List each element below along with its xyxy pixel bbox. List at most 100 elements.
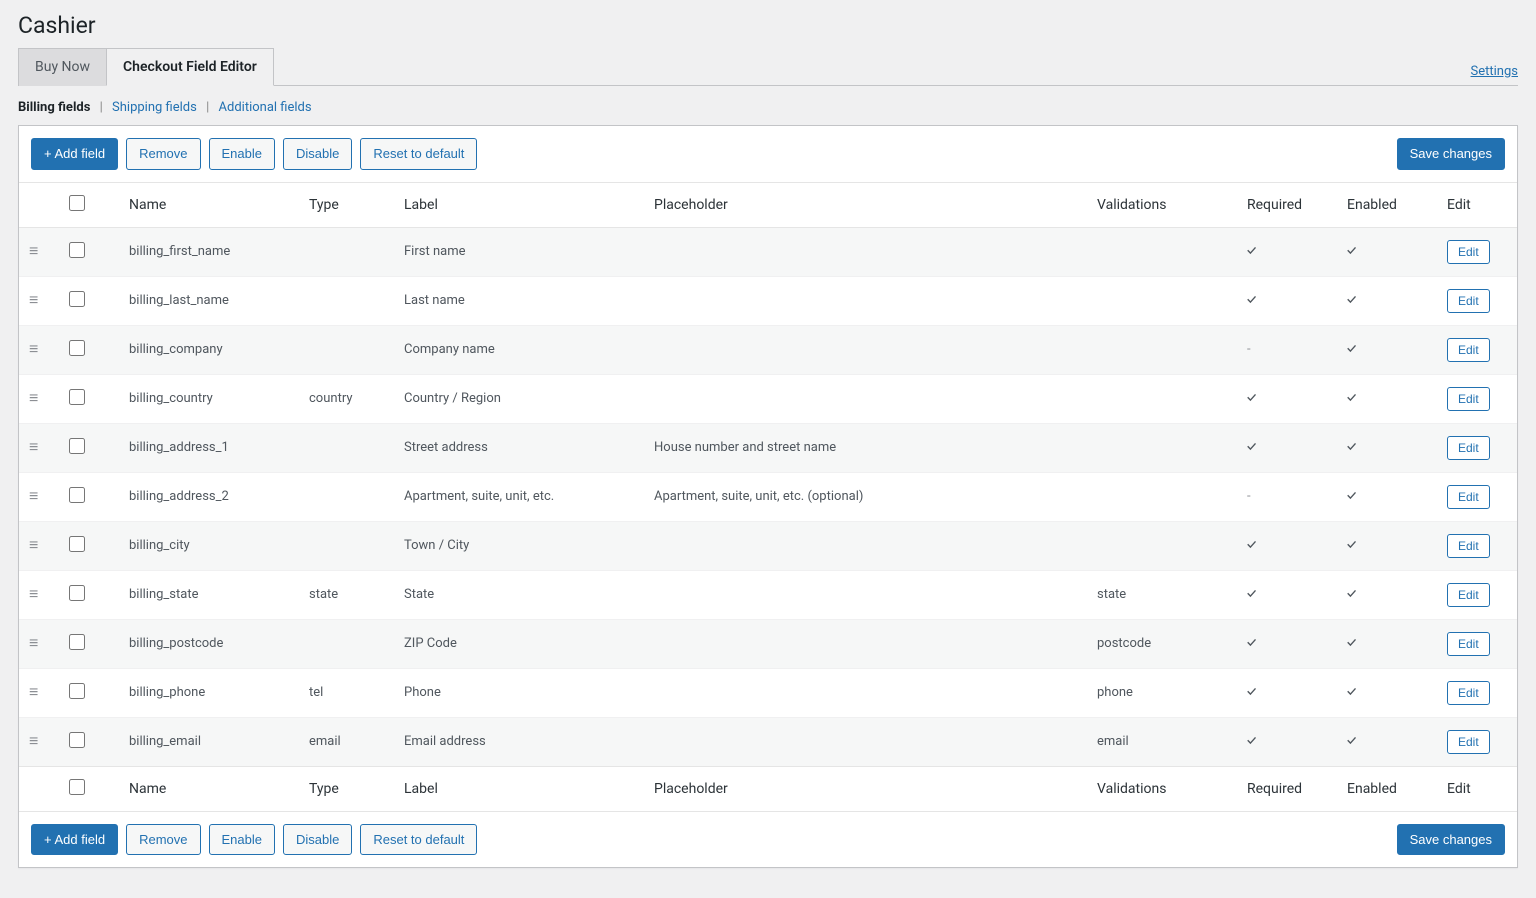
remove-button[interactable]: Remove: [126, 138, 200, 170]
remove-button-bottom[interactable]: Remove: [126, 824, 200, 856]
drag-handle-icon[interactable]: ≡: [29, 684, 38, 700]
cell-validations: [1087, 472, 1237, 521]
drag-handle-icon[interactable]: ≡: [29, 537, 38, 553]
select-all-checkbox-top[interactable]: [69, 195, 85, 211]
cell-required: ✓: [1237, 374, 1337, 423]
edit-button[interactable]: Edit: [1447, 730, 1490, 754]
edit-button[interactable]: Edit: [1447, 534, 1490, 558]
cell-validations: email: [1087, 717, 1237, 766]
cell-enabled: ✓: [1337, 472, 1437, 521]
cell-validations: phone: [1087, 668, 1237, 717]
cell-enabled: ✓: [1337, 668, 1437, 717]
row-checkbox[interactable]: [69, 634, 85, 650]
cell-validations: [1087, 227, 1237, 276]
row-checkbox[interactable]: [69, 389, 85, 405]
edit-button[interactable]: Edit: [1447, 583, 1490, 607]
select-all-checkbox-bottom[interactable]: [69, 779, 85, 795]
drag-handle-icon[interactable]: ≡: [29, 243, 38, 259]
drag-handle-icon[interactable]: ≡: [29, 635, 38, 651]
settings-link[interactable]: Settings: [1471, 64, 1518, 85]
edit-button[interactable]: Edit: [1447, 289, 1490, 313]
cell-placeholder: Apartment, suite, unit, etc. (optional): [644, 472, 1087, 521]
subnav-billing[interactable]: Billing fields: [18, 100, 90, 115]
row-checkbox[interactable]: [69, 487, 85, 503]
col-placeholder: Placeholder: [644, 182, 1087, 227]
drag-handle-icon[interactable]: ≡: [29, 390, 38, 406]
cell-name: billing_country: [119, 374, 299, 423]
table-row: ≡billing_first_nameFirst name✓✓Edit: [19, 227, 1517, 276]
cell-type: [299, 619, 394, 668]
check-icon: ✓: [1347, 636, 1356, 651]
cell-enabled: ✓: [1337, 619, 1437, 668]
edit-button[interactable]: Edit: [1447, 485, 1490, 509]
subnav: Billing fields | Shipping fields | Addit…: [18, 86, 1518, 125]
row-checkbox[interactable]: [69, 732, 85, 748]
check-icon: ✓: [1247, 293, 1256, 308]
reset-button[interactable]: Reset to default: [360, 138, 477, 170]
cell-enabled: ✓: [1337, 227, 1437, 276]
row-checkbox[interactable]: [69, 536, 85, 552]
col-name: Name: [119, 182, 299, 227]
enable-button-bottom[interactable]: Enable: [209, 824, 275, 856]
table-row: ≡billing_last_nameLast name✓✓Edit: [19, 276, 1517, 325]
cell-placeholder: [644, 717, 1087, 766]
cell-placeholder: [644, 521, 1087, 570]
edit-button[interactable]: Edit: [1447, 387, 1490, 411]
check-icon: ✓: [1247, 440, 1256, 455]
row-checkbox[interactable]: [69, 242, 85, 258]
drag-handle-icon[interactable]: ≡: [29, 733, 38, 749]
drag-handle-icon[interactable]: ≡: [29, 586, 38, 602]
row-checkbox[interactable]: [69, 585, 85, 601]
cell-required: ✓: [1237, 521, 1337, 570]
subnav-shipping[interactable]: Shipping fields: [112, 100, 197, 115]
tab-buy-now[interactable]: Buy Now: [18, 48, 106, 86]
cell-placeholder: [644, 325, 1087, 374]
cell-type: [299, 521, 394, 570]
disable-button-bottom[interactable]: Disable: [283, 824, 352, 856]
check-icon: ✓: [1247, 244, 1256, 259]
table-row: ≡billing_cityTown / City✓✓Edit: [19, 521, 1517, 570]
enable-button[interactable]: Enable: [209, 138, 275, 170]
cell-placeholder: [644, 668, 1087, 717]
row-checkbox[interactable]: [69, 438, 85, 454]
cell-required: -: [1237, 472, 1337, 521]
drag-handle-icon[interactable]: ≡: [29, 341, 38, 357]
row-checkbox[interactable]: [69, 683, 85, 699]
cell-required: ✓: [1237, 276, 1337, 325]
tab-checkout-field-editor[interactable]: Checkout Field Editor: [106, 48, 274, 86]
save-changes-button[interactable]: Save changes: [1397, 138, 1505, 170]
cell-label: Street address: [394, 423, 644, 472]
edit-button[interactable]: Edit: [1447, 240, 1490, 264]
cell-validations: [1087, 423, 1237, 472]
cell-name: billing_postcode: [119, 619, 299, 668]
drag-handle-icon[interactable]: ≡: [29, 488, 38, 504]
fields-panel: + Add field Remove Enable Disable Reset …: [18, 125, 1518, 868]
cell-required: ✓: [1237, 619, 1337, 668]
add-field-button[interactable]: + Add field: [31, 138, 118, 170]
cell-type: [299, 472, 394, 521]
save-changes-button-bottom[interactable]: Save changes: [1397, 824, 1505, 856]
subnav-additional[interactable]: Additional fields: [219, 100, 312, 115]
check-icon: ✓: [1247, 587, 1256, 602]
cell-placeholder: [644, 374, 1087, 423]
drag-handle-icon[interactable]: ≡: [29, 439, 38, 455]
row-checkbox[interactable]: [69, 340, 85, 356]
disable-button[interactable]: Disable: [283, 138, 352, 170]
row-checkbox[interactable]: [69, 291, 85, 307]
cell-label: Company name: [394, 325, 644, 374]
cell-placeholder: [644, 570, 1087, 619]
add-field-button-bottom[interactable]: + Add field: [31, 824, 118, 856]
table-row: ≡billing_phonetelPhonephone✓✓Edit: [19, 668, 1517, 717]
drag-handle-icon[interactable]: ≡: [29, 292, 38, 308]
cell-required: ✓: [1237, 668, 1337, 717]
edit-button[interactable]: Edit: [1447, 436, 1490, 460]
edit-button[interactable]: Edit: [1447, 338, 1490, 362]
edit-button[interactable]: Edit: [1447, 632, 1490, 656]
cell-type: [299, 276, 394, 325]
table-row: ≡billing_emailemailEmail addressemail✓✓E…: [19, 717, 1517, 766]
cell-required: ✓: [1237, 227, 1337, 276]
edit-button[interactable]: Edit: [1447, 681, 1490, 705]
reset-button-bottom[interactable]: Reset to default: [360, 824, 477, 856]
cell-validations: postcode: [1087, 619, 1237, 668]
cell-enabled: ✓: [1337, 374, 1437, 423]
